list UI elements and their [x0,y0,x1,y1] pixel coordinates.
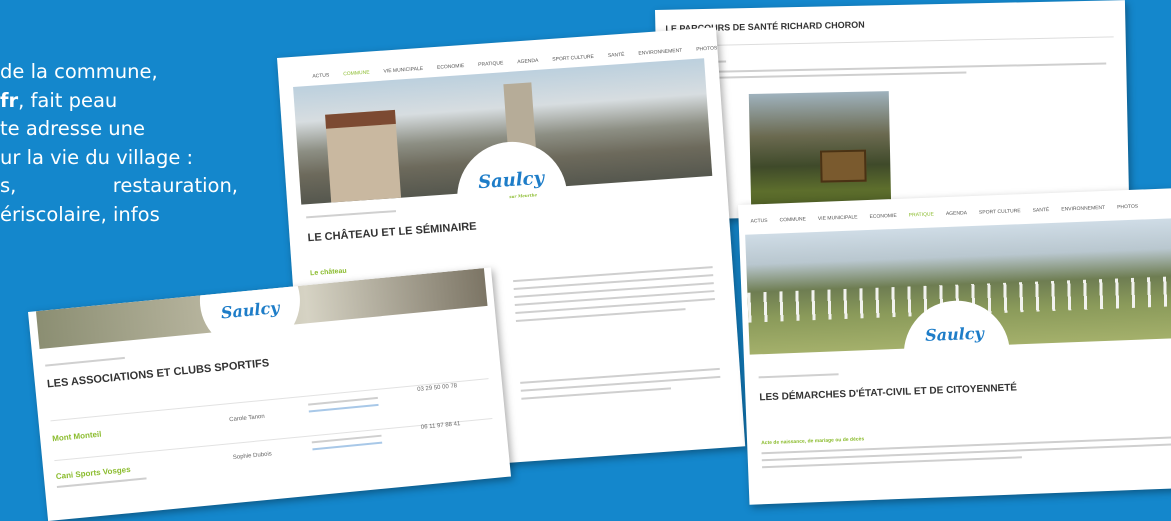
nav-item[interactable]: SANTÉ [1033,207,1050,214]
page-title: LE CHÂTEAU ET LE SÉMINAIRE [307,220,477,245]
text-line [514,282,714,299]
divider [50,378,489,422]
contact-name: Carole Tanon [229,413,266,424]
intro-line-2-rest: , fait peau [18,88,118,112]
phone-number: 06 11 97 88 41 [420,421,461,431]
intro-line-5b: restauration, [112,174,238,197]
text-line [666,62,1107,74]
divider [663,36,1114,47]
intro-line-5: s, restauration, [0,172,238,201]
nav-item[interactable]: ENVIRONNEMENT [638,48,682,57]
association-contact: Carole Tanon [229,414,265,423]
intro-line-1: de la commune, [0,60,158,83]
section-subtitle: Acte de naissance, de mariage ou de décè… [761,436,865,447]
site-logo[interactable]: Saulcy [925,324,984,345]
breadcrumb [306,210,397,219]
text-line [513,266,713,283]
building [325,109,402,205]
nav-item[interactable]: PHOTOS [1117,204,1138,211]
intro-line-5a: s, [0,174,17,197]
intro-line-3: te adresse une [0,117,145,140]
contact-name: Sophie Dubois [232,451,273,462]
text-line [513,274,714,291]
nav-item[interactable]: ACTUS [312,72,329,79]
breadcrumb [45,356,125,367]
nav-item[interactable]: PHOTOS [696,45,717,52]
intro-line-2: fr, fait peau [0,87,238,116]
intro-line-6: ériscolaire, infos [0,202,160,226]
association-contact: Sophie Dubois [233,451,272,461]
text-line [514,290,715,307]
intro-bold-domain: fr [0,88,19,112]
text-line [520,367,720,384]
nav-item[interactable]: SANTÉ [608,52,625,59]
nav-item[interactable]: VIE MUNICIPALE [818,214,858,222]
nav-item-active[interactable]: COMMUNE [343,70,370,78]
screenshot-associations: Saulcy LES ASSOCIATIONS ET CLUBS SPORTIF… [28,267,511,521]
screenshot-demarches: ACTUS COMMUNE VIE MUNICIPALE ECONOMIE PR… [738,187,1171,505]
nav-item[interactable]: ACTUS [751,218,768,225]
section-subtitle: Le château [309,267,347,278]
nav-item[interactable]: SPORT CULTURE [552,54,594,63]
email-link[interactable] [312,441,383,451]
sign-board [819,149,867,183]
association-name[interactable]: Mont Monteil [52,430,102,444]
nav-item[interactable]: COMMUNE [779,216,806,223]
nav-item[interactable]: ENVIRONNEMENT [1061,205,1105,213]
nav-item[interactable]: ECONOMIE [437,63,465,71]
intro-line-4: ur la vie du village : [0,145,194,169]
nav-item[interactable]: PRATIQUE [478,60,504,68]
text-line [520,375,721,392]
nav-item[interactable]: VIE MUNICIPALE [383,66,423,75]
nav-item[interactable]: ECONOMIE [869,213,896,220]
nav-item[interactable]: SPORT CULTURE [979,208,1021,216]
nav-item[interactable]: AGENDA [946,210,967,217]
forest-photo [748,91,892,217]
association-phone: 06 11 97 88 41 [421,421,461,431]
association-name[interactable]: Cani Sports Vosges [55,465,131,481]
email-link[interactable] [308,403,379,413]
text-line [515,298,715,314]
breadcrumb [758,373,839,379]
nav-item[interactable]: AGENDA [517,58,538,65]
nav-item-active[interactable]: PRATIQUE [909,211,934,218]
intro-text: de la commune, fr, fait peau te adresse … [0,58,238,229]
